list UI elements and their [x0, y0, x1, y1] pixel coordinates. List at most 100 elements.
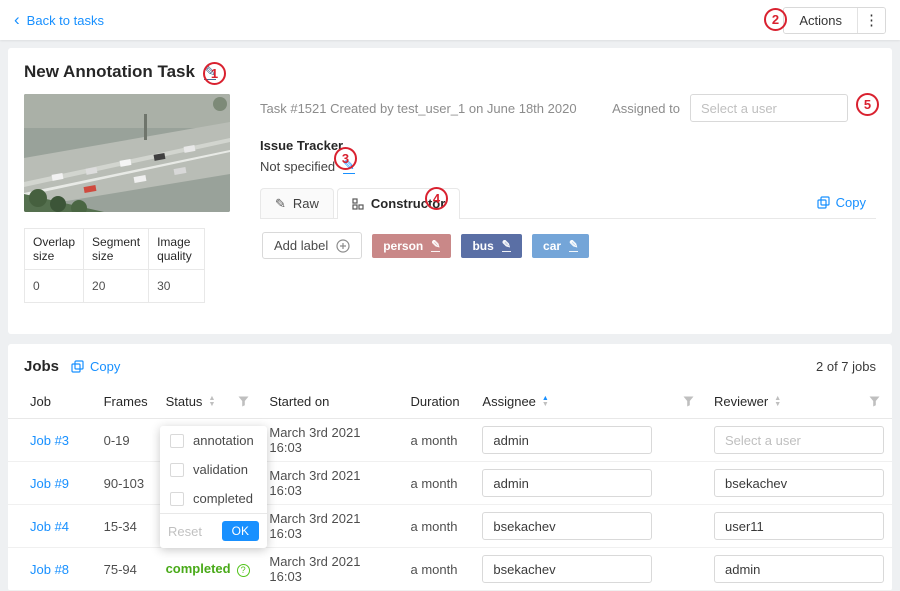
started-cell: March 3rd 2021 16:03: [261, 419, 402, 462]
reviewer-input[interactable]: [714, 426, 884, 454]
jobs-card: Jobs Copy 2 of 7 jobs Job Frames: [8, 344, 892, 591]
constructor-blocks-icon: [352, 198, 364, 210]
jobs-header: Jobs Copy 2 of 7 jobs: [8, 356, 892, 385]
frames-cell: 90-103: [96, 462, 158, 505]
assigned-to-group: Assigned to: [612, 94, 848, 122]
add-label-text: Add label: [274, 238, 328, 253]
task-right-column: Task #1521 Created by test_user_1 on Jun…: [260, 94, 876, 303]
actions-button[interactable]: Actions: [784, 8, 857, 33]
duration-cell: a month: [403, 505, 475, 548]
filter-dropdown-footer: Reset OK: [160, 513, 267, 548]
status-sort-caret-icon[interactable]: ▲▼: [208, 396, 215, 408]
edit-title-icon[interactable]: ✎: [204, 64, 216, 80]
filter-option-validation[interactable]: validation: [160, 455, 267, 484]
filter-option-annotation[interactable]: annotation: [160, 426, 267, 455]
reviewer-sort-caret-icon[interactable]: ▲▼: [774, 396, 781, 408]
checkbox-completed[interactable]: [170, 492, 184, 506]
plus-circle-icon: [336, 239, 350, 253]
label-chip-person[interactable]: person ✎: [372, 234, 451, 258]
issue-tracker-value-row: Not specified ✎: [260, 158, 876, 174]
tab-constructor[interactable]: Constructor: [337, 188, 460, 218]
assignee-input[interactable]: [482, 512, 652, 540]
jobs-count: 2 of 7 jobs: [816, 359, 876, 374]
param-value-quality: 30: [149, 270, 205, 303]
param-value-segment: 20: [84, 270, 149, 303]
col-status: Status ▲▼: [158, 385, 262, 419]
assignee-input[interactable]: [482, 555, 652, 583]
edit-label-person-icon[interactable]: ✎: [431, 239, 440, 252]
started-cell: March 3rd 2021 16:03: [261, 505, 402, 548]
question-circle-icon[interactable]: ?: [237, 564, 250, 577]
jobs-table-header-row: Job Frames Status ▲▼ Started on Duration: [8, 385, 892, 419]
job-row: Job #9 90-103 March 3rd 2021 16:03 a mon…: [8, 462, 892, 505]
tab-raw-label: Raw: [293, 196, 319, 211]
actions-button-group: Actions ⋮: [783, 7, 886, 34]
filter-option-completed-label: completed: [193, 491, 253, 506]
col-duration: Duration: [403, 385, 475, 419]
job-link[interactable]: Job #8: [30, 562, 69, 577]
back-label: Back to tasks: [27, 13, 104, 28]
col-reviewer-label: Reviewer: [714, 394, 768, 409]
task-meta-row: Task #1521 Created by test_user_1 on Jun…: [260, 94, 876, 122]
edit-label-car-icon[interactable]: ✎: [569, 239, 578, 252]
param-header-segment: Segment size: [84, 229, 149, 270]
label-chip-bus[interactable]: bus ✎: [461, 234, 522, 258]
back-chevron-icon: ‹: [14, 11, 20, 28]
job-link[interactable]: Job #3: [30, 433, 69, 448]
status-cell: completed?: [158, 548, 262, 591]
reviewer-filter-icon[interactable]: [865, 394, 884, 409]
job-row: Job #4 15-34 March 3rd 2021 16:03 a mont…: [8, 505, 892, 548]
duration-cell: a month: [403, 419, 475, 462]
assignee-filter-icon[interactable]: [679, 394, 698, 409]
edit-label-bus-icon[interactable]: ✎: [502, 239, 511, 252]
filter-option-completed[interactable]: completed: [160, 484, 267, 513]
tab-constructor-label: Constructor: [371, 196, 445, 211]
param-header-quality: Image quality: [149, 229, 205, 270]
col-job: Job: [8, 385, 96, 419]
label-chip-car[interactable]: car ✎: [532, 234, 589, 258]
copy-labels-link[interactable]: Copy: [817, 195, 866, 218]
filter-option-annotation-label: annotation: [193, 433, 254, 448]
reviewer-input[interactable]: [714, 512, 884, 540]
task-details-card: New Annotation Task ✎: [8, 48, 892, 334]
assignee-sort-caret-icon[interactable]: ▲▼: [542, 396, 549, 408]
filter-reset-button[interactable]: Reset: [168, 524, 202, 539]
job-link[interactable]: Job #4: [30, 519, 69, 534]
task-preview-image: [24, 94, 230, 212]
issue-tracker-label: Issue Tracker: [260, 138, 876, 153]
col-reviewer: Reviewer ▲▼: [706, 385, 892, 419]
job-row: Job #8 75-94 completed? March 3rd 2021 1…: [8, 548, 892, 591]
tab-raw[interactable]: ✎ Raw: [260, 188, 334, 218]
task-left-column: Overlap size Segment size Image quality …: [24, 94, 230, 303]
filter-option-validation-label: validation: [193, 462, 248, 477]
col-status-label: Status: [166, 394, 203, 409]
reviewer-input[interactable]: [714, 469, 884, 497]
reviewer-input[interactable]: [714, 555, 884, 583]
add-label-button[interactable]: Add label: [262, 232, 362, 259]
assignee-input[interactable]: [482, 426, 652, 454]
checkbox-validation[interactable]: [170, 463, 184, 477]
status-filter-icon[interactable]: [234, 394, 253, 409]
checkbox-annotation[interactable]: [170, 434, 184, 448]
frames-cell: 15-34: [96, 505, 158, 548]
pencil-icon: ✎: [275, 197, 286, 210]
task-title: New Annotation Task: [24, 62, 195, 82]
back-to-tasks-link[interactable]: ‹ Back to tasks: [14, 13, 104, 28]
assigned-to-label: Assigned to: [612, 101, 680, 116]
filter-ok-button[interactable]: OK: [222, 521, 259, 541]
assignee-input[interactable]: [482, 469, 652, 497]
copy-jobs-link[interactable]: Copy: [71, 359, 120, 374]
task-body: Overlap size Segment size Image quality …: [24, 94, 876, 303]
edit-issue-tracker-icon[interactable]: ✎: [343, 158, 355, 174]
copy-jobs-label: Copy: [90, 359, 120, 374]
frames-cell: 0-19: [96, 419, 158, 462]
param-value-overlap: 0: [25, 270, 84, 303]
more-menu-button[interactable]: ⋮: [857, 8, 885, 33]
status-filter-dropdown: annotation validation completed Reset OK: [160, 426, 267, 548]
kebab-icon: ⋮: [864, 12, 879, 29]
duration-cell: a month: [403, 548, 475, 591]
param-header-overlap: Overlap size: [25, 229, 84, 270]
job-link[interactable]: Job #9: [30, 476, 69, 491]
task-parameters-table: Overlap size Segment size Image quality …: [24, 228, 205, 303]
assigned-to-input[interactable]: [690, 94, 848, 122]
